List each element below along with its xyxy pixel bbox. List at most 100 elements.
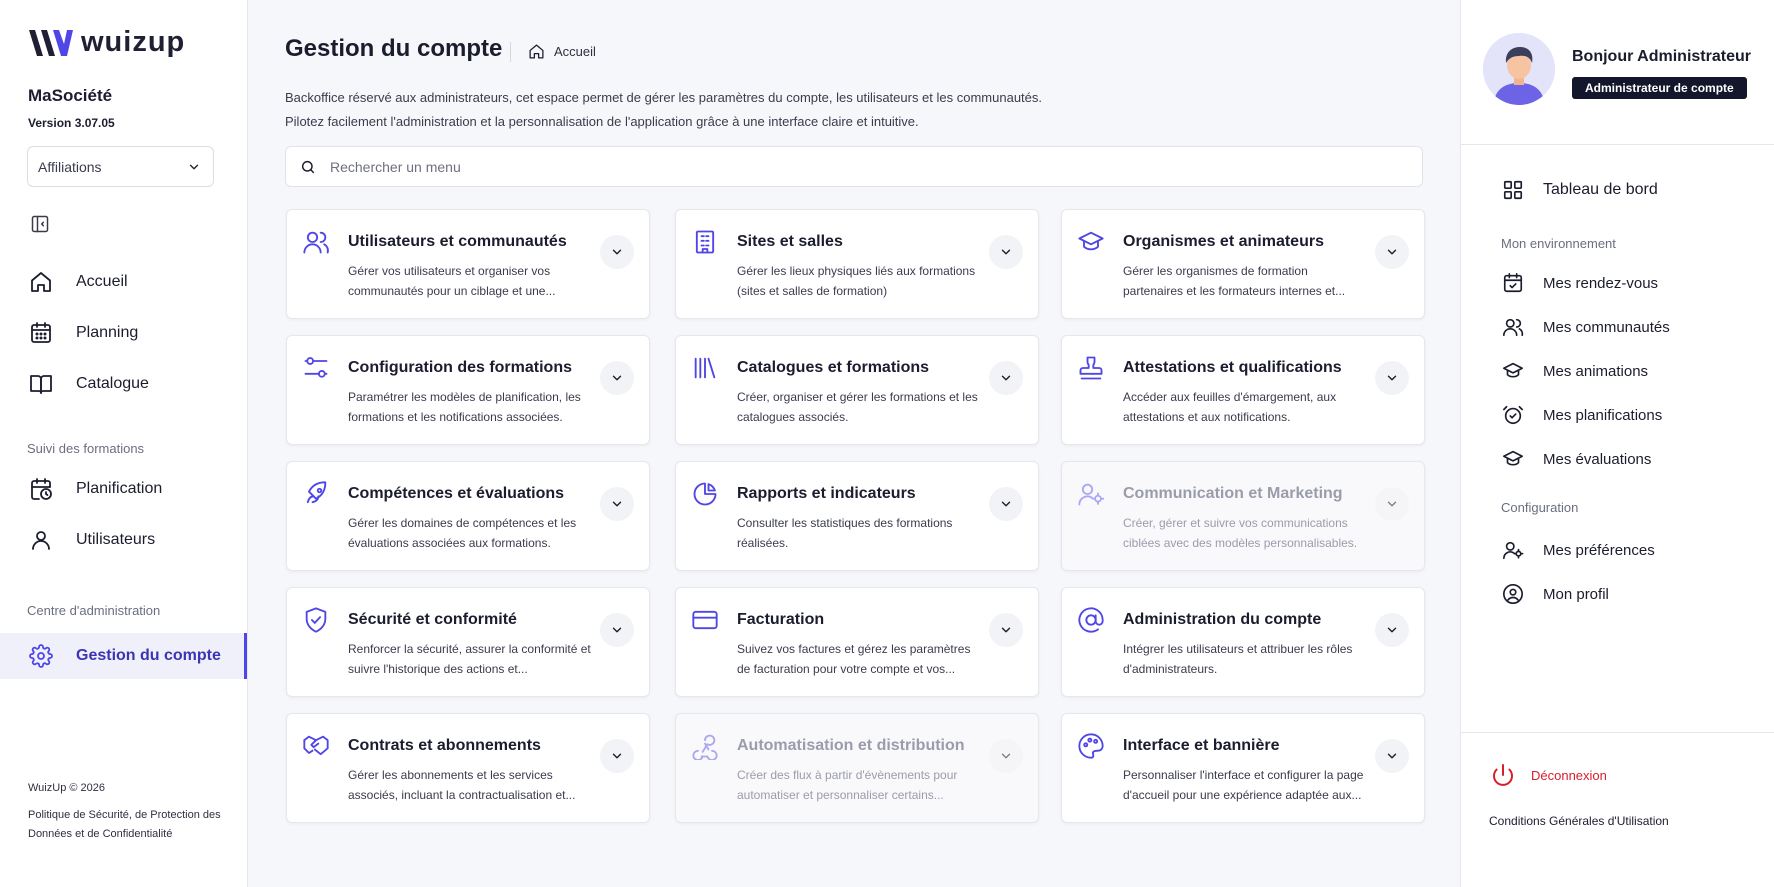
link-mes-rendez-vous[interactable]: Mes rendez-vous xyxy=(1501,271,1658,295)
chevron-down-icon[interactable] xyxy=(600,487,634,521)
nav-item-label: Gestion du compte xyxy=(76,647,221,664)
menu-card[interactable]: Administration du compte Intégrer les uti… xyxy=(1061,587,1425,697)
menu-card[interactable]: Organismes et animateurs Gérer les organi… xyxy=(1061,209,1425,319)
chevron-down-icon[interactable] xyxy=(1375,235,1409,269)
avatar[interactable] xyxy=(1483,33,1555,105)
nav-item-catalogue[interactable]: Catalogue xyxy=(0,361,247,407)
card-title: Catalogues et formations xyxy=(737,359,930,376)
chevron-down-icon[interactable] xyxy=(989,487,1023,521)
sidebar: wuizup MaSociété Version 3.07.05 Affilia… xyxy=(0,0,248,887)
logout-label: Déconnexion xyxy=(1531,767,1607,783)
terms-link[interactable]: Conditions Générales d'Utilisation xyxy=(1489,814,1669,828)
calendar-icon xyxy=(28,320,54,346)
gear-icon xyxy=(28,643,54,669)
credit-card-icon xyxy=(691,606,719,634)
chevron-down-icon[interactable] xyxy=(1375,487,1409,521)
card-description: Renforcer la sécurité, assurer la confor… xyxy=(348,642,591,676)
rocket-icon xyxy=(302,480,330,508)
dashboard-link[interactable]: Tableau de bord xyxy=(1501,178,1658,202)
card-description: Gérer les organismes de formation parten… xyxy=(1123,264,1346,298)
nav-item-gestion-du-compte[interactable]: Gestion du compte xyxy=(0,633,247,679)
link-mes-planifications[interactable]: Mes planifications xyxy=(1501,403,1662,427)
main-content: Gestion du compte Accueil Backoffice rés… xyxy=(248,0,1460,887)
link-label: Mes communautés xyxy=(1543,318,1670,336)
breadcrumb[interactable]: Accueil xyxy=(528,43,596,60)
link-mes-evaluations[interactable]: Mes évaluations xyxy=(1501,447,1651,471)
chevron-down-icon[interactable] xyxy=(989,235,1023,269)
menu-card[interactable]: Catalogues et formations Créer, organiser… xyxy=(675,335,1039,445)
card-description: Gérer les lieux physiques liés aux forma… xyxy=(737,264,976,298)
privacy-policy-link[interactable]: Politique de Sécurité, de Protection des… xyxy=(28,806,228,844)
link-mon-profil[interactable]: Mon profil xyxy=(1501,582,1609,606)
nav-item-utilisateurs[interactable]: Utilisateurs xyxy=(0,517,247,563)
menu-card[interactable]: Automatisation et distribution Créer des … xyxy=(675,713,1039,823)
users-icon xyxy=(302,228,330,256)
chevron-down-icon[interactable] xyxy=(600,739,634,773)
calendar-check-icon xyxy=(1501,271,1525,295)
card-description: Créer, gérer et suivre vos communication… xyxy=(1123,516,1358,550)
card-title: Organismes et animateurs xyxy=(1123,233,1324,250)
search-input[interactable] xyxy=(330,158,1230,175)
nav-item-accueil[interactable]: Accueil xyxy=(0,259,247,305)
palette-icon xyxy=(1077,732,1105,760)
page-description: Backoffice réservé aux administrateurs, … xyxy=(285,86,1185,133)
menu-card[interactable]: Facturation Suivez vos factures et gérez … xyxy=(675,587,1039,697)
card-title: Automatisation et distribution xyxy=(737,737,965,754)
logout-button[interactable]: Déconnexion xyxy=(1491,763,1607,787)
nav-item-planning[interactable]: Planning xyxy=(0,310,247,356)
card-title: Sites et salles xyxy=(737,233,843,250)
building-icon xyxy=(691,228,719,256)
chevron-down-icon[interactable] xyxy=(989,361,1023,395)
nav-item-label: Planification xyxy=(76,480,163,497)
affiliation-select[interactable]: Affiliations xyxy=(27,146,214,187)
search-bar[interactable] xyxy=(285,146,1423,187)
menu-card[interactable]: Contrats et abonnements Gérer les abonnem… xyxy=(286,713,650,823)
link-label: Mes planifications xyxy=(1543,406,1663,424)
menu-card[interactable]: Utilisateurs et communautés Gérer vos uti… xyxy=(286,209,650,319)
dashboard-label: Tableau de bord xyxy=(1543,181,1658,198)
link-mes-animations[interactable]: Mes animations xyxy=(1501,359,1648,383)
chevron-down-icon[interactable] xyxy=(1375,361,1409,395)
at-sign-icon xyxy=(1077,606,1105,634)
role-badge: Administrateur de compte xyxy=(1572,77,1747,99)
chevron-down-icon[interactable] xyxy=(989,739,1023,773)
menu-card[interactable]: Sites et salles Gérer les lieux physiques… xyxy=(675,209,1039,319)
nav-item-planification[interactable]: Planification xyxy=(0,466,247,512)
calendar-clock-icon xyxy=(28,476,54,502)
chevron-down-icon[interactable] xyxy=(600,235,634,269)
menu-card[interactable]: Rapports et indicateurs Consulter les sta… xyxy=(675,461,1039,571)
nav-item-label: Catalogue xyxy=(76,375,149,392)
chevron-down-icon[interactable] xyxy=(600,361,634,395)
user-cog-icon xyxy=(1501,538,1525,562)
card-description: Suivez vos factures et gérez les paramèt… xyxy=(737,642,971,676)
menu-card[interactable]: Sécurité et conformité Renforcer la sécur… xyxy=(286,587,650,697)
link-label: Mes animations xyxy=(1543,362,1649,380)
menu-card[interactable]: Interface et bannière Personnaliser l'int… xyxy=(1061,713,1425,823)
chevron-down-icon[interactable] xyxy=(1375,613,1409,647)
graduation-cap-icon xyxy=(1077,228,1105,256)
search-icon xyxy=(301,160,315,173)
link-mes-preferences[interactable]: Mes préférences xyxy=(1501,538,1655,562)
wuizup-logo[interactable]: wuizup xyxy=(27,26,185,59)
menu-card[interactable]: Communication et Marketing Créer, gérer e… xyxy=(1061,461,1425,571)
chevron-down-icon[interactable] xyxy=(989,613,1023,647)
menu-card[interactable]: Attestations et qualifications Accéder au… xyxy=(1061,335,1425,445)
card-description: Gérer vos utilisateurs et organiser vos … xyxy=(348,264,556,298)
collapse-sidebar-icon[interactable] xyxy=(30,214,50,234)
users-icon xyxy=(1501,315,1525,339)
chevron-down-icon[interactable] xyxy=(1375,739,1409,773)
company-name: MaSociété xyxy=(28,86,113,105)
card-title: Communication et Marketing xyxy=(1123,485,1343,502)
card-title: Contrats et abonnements xyxy=(348,737,541,754)
sliders-icon xyxy=(302,354,330,382)
menu-card[interactable]: Configuration des formations Paramétrer l… xyxy=(286,335,650,445)
chevron-down-icon[interactable] xyxy=(600,613,634,647)
card-title: Utilisateurs et communautés xyxy=(348,233,567,250)
menu-card[interactable]: Compétences et évaluations Gérer les doma… xyxy=(286,461,650,571)
description-line-2: Pilotez facilement l'administration et l… xyxy=(285,113,919,129)
link-mes-communautes[interactable]: Mes communautés xyxy=(1501,315,1670,339)
card-title: Facturation xyxy=(737,611,825,628)
nav-item-label: Utilisateurs xyxy=(76,531,156,548)
alarm-clock-icon xyxy=(1501,403,1525,427)
affiliation-select-value: Affiliations xyxy=(38,158,102,175)
